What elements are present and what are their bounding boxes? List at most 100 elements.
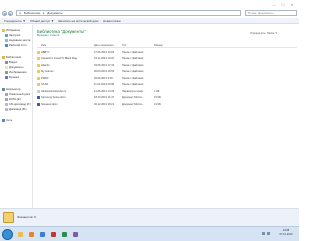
file-date: 11.02.2013 20:08 <box>94 83 114 86</box>
library-icon <box>3 212 14 223</box>
item-count: Элементов: 9 <box>17 215 36 219</box>
file-date: 02.12.2013 19:21 <box>94 102 115 106</box>
sidebar-label: Видео <box>9 60 18 64</box>
close-button[interactable]: × <box>288 2 296 7</box>
taskbar-media-player[interactable] <box>27 229 36 240</box>
back-button[interactable]: ◄ <box>2 11 7 16</box>
folder-icon <box>37 83 40 86</box>
app-icon <box>62 232 67 237</box>
file-row[interactable]: ABBYY 27.06.2013 13:04 Папка с файлами <box>37 50 297 55</box>
video-icon <box>5 60 8 64</box>
file-date: 18.10.2013 11:47 <box>94 96 114 99</box>
file-date: 27.06.2013 13:04 <box>94 50 115 54</box>
taskbar-app[interactable] <box>71 229 80 240</box>
app-icon <box>51 232 56 237</box>
organize-button[interactable]: Упорядочить ▼ <box>4 19 26 23</box>
file-size: 13 КБ <box>154 102 161 106</box>
sidebar-item-floppy[interactable]: Дисковод (B:) <box>5 107 27 111</box>
forward-button[interactable]: ► <box>8 11 13 16</box>
file-row[interactable]: SCAD 11.02.2013 20:08 Папка с файлами <box>37 83 297 88</box>
sidebar-label: Компьютер <box>6 87 21 91</box>
file-date: 12.05.2013 14:33 <box>94 89 115 93</box>
maximize-button[interactable]: □ <box>279 2 287 7</box>
share-button[interactable]: Общий доступ ▼ <box>30 19 54 23</box>
browser-icon <box>40 232 45 237</box>
minimize-button[interactable]: – <box>270 2 278 7</box>
sidebar-label: Музыка <box>9 75 19 79</box>
cd-drive-icon <box>5 102 8 106</box>
column-header-size[interactable]: Размер <box>154 44 163 47</box>
file-name: Assassin's Creed IV Black Flag <box>41 57 77 60</box>
sidebar-favorites[interactable]: Избранное <box>2 28 20 32</box>
settings-file-icon <box>37 89 40 93</box>
file-name: Samsung Setup.docx <box>41 96 66 99</box>
network-icon <box>2 118 5 122</box>
word-document-icon <box>37 96 40 99</box>
floppy-icon <box>5 107 8 111</box>
folder-icon <box>18 232 23 237</box>
file-row[interactable]: Atlantis 03.06.2013 17:42 Папка с файлами <box>37 63 297 68</box>
sidebar-item-cd-drive[interactable]: CD-дисковод (F:) <box>5 102 31 106</box>
file-date: 03.06.2013 17:42 <box>94 63 115 67</box>
file-row[interactable]: AdobeActivationAp.ini 12.05.2013 14:33 Пар… <box>37 89 297 94</box>
taskbar-app[interactable] <box>49 229 58 240</box>
start-button[interactable] <box>2 229 13 240</box>
sidebar-item-pictures[interactable]: Изображения <box>5 70 27 74</box>
clock[interactable]: 13:08 07.12.2013 <box>276 229 296 236</box>
sidebar-network[interactable]: Сеть <box>2 118 12 122</box>
file-row[interactable]: Элемент.docx 02.12.2013 19:21 Документ Mic… <box>37 102 297 107</box>
library-icon <box>2 55 5 59</box>
taskbar-explorer[interactable] <box>16 229 25 240</box>
sidebar-label: Сеть <box>6 118 13 122</box>
sidebar-label: Дисковод (B:) <box>9 107 27 111</box>
sidebar-item-recent[interactable]: Недавние места <box>5 38 30 42</box>
file-row[interactable]: Assassin's Creed IV Black Flag 24.11.2013… <box>37 57 297 62</box>
sidebar-label: DATA (E:) <box>9 97 22 101</box>
breadcrumb-libraries[interactable]: Библиотеки <box>24 11 40 15</box>
file-size: 1 КБ <box>154 89 160 93</box>
arrange-by-dropdown[interactable]: Упорядочить: Папка ▼ <box>250 32 278 35</box>
search-input[interactable]: Поиск: Документы <box>245 10 297 16</box>
library-locations-link[interactable]: Включает: 2 места <box>37 34 59 37</box>
app-icon <box>73 232 78 237</box>
taskbar-app[interactable] <box>60 229 69 240</box>
sidebar-label: Рабочий стол <box>9 43 27 47</box>
file-name: PWDF <box>41 76 49 80</box>
sidebar-computer[interactable]: Компьютер <box>2 87 20 91</box>
file-type: Папка с файлами <box>122 50 144 54</box>
burn-button[interactable]: Записать на оптический диск <box>58 19 99 23</box>
file-type: Параметры конф... <box>122 89 145 93</box>
sidebar-item-data-drive[interactable]: DATA (E:) <box>5 97 21 101</box>
sidebar-label: Избранное <box>6 28 21 32</box>
new-folder-button[interactable]: Новая папка <box>103 19 121 23</box>
file-name: Atlantis <box>41 63 50 67</box>
file-type: Документ Micros... <box>122 96 145 99</box>
file-type: Папка с файлами <box>122 63 144 67</box>
column-header-name[interactable]: Имя <box>41 44 46 47</box>
file-row[interactable]: Samsung Setup.docx 18.10.2013 11:47 Докуме… <box>37 96 297 101</box>
pictures-icon <box>5 70 8 74</box>
file-row[interactable]: My Games 06.03.2013 16:55 Папка с файлами <box>37 70 297 75</box>
details-pane: Элементов: 9 <box>0 208 299 226</box>
address-bar[interactable]: ► Библиотеки ► Документы <box>16 10 241 16</box>
sidebar-item-desktop[interactable]: Рабочий стол <box>5 43 27 47</box>
column-header-type[interactable]: Тип <box>122 44 126 47</box>
crumb-separator: ► <box>19 11 22 15</box>
sidebar-item-local-disk[interactable]: Локальный диск <box>5 92 30 96</box>
word-document-icon <box>37 102 40 106</box>
star-icon <box>2 28 5 32</box>
sidebar-libraries[interactable]: Библиотеки <box>2 55 21 59</box>
column-header-date[interactable]: Дата изменения <box>94 44 114 47</box>
breadcrumb-documents[interactable]: Документы <box>47 11 62 15</box>
sidebar-label: Недавние места <box>9 38 31 42</box>
sidebar-item-music[interactable]: Музыка <box>5 75 19 79</box>
file-row[interactable]: PWDF 25.09.2013 9:15 Папка с файлами <box>37 76 297 81</box>
sidebar-item-video[interactable]: Видео <box>5 60 17 64</box>
drive-icon <box>5 97 8 101</box>
sidebar-item-downloads[interactable]: Загрузки <box>5 33 20 37</box>
volume-tray-icon[interactable] <box>267 232 270 235</box>
music-icon <box>5 75 8 79</box>
network-tray-icon[interactable] <box>262 232 265 235</box>
taskbar-browser[interactable] <box>38 229 47 240</box>
sidebar-item-documents[interactable]: Документы <box>5 65 23 69</box>
